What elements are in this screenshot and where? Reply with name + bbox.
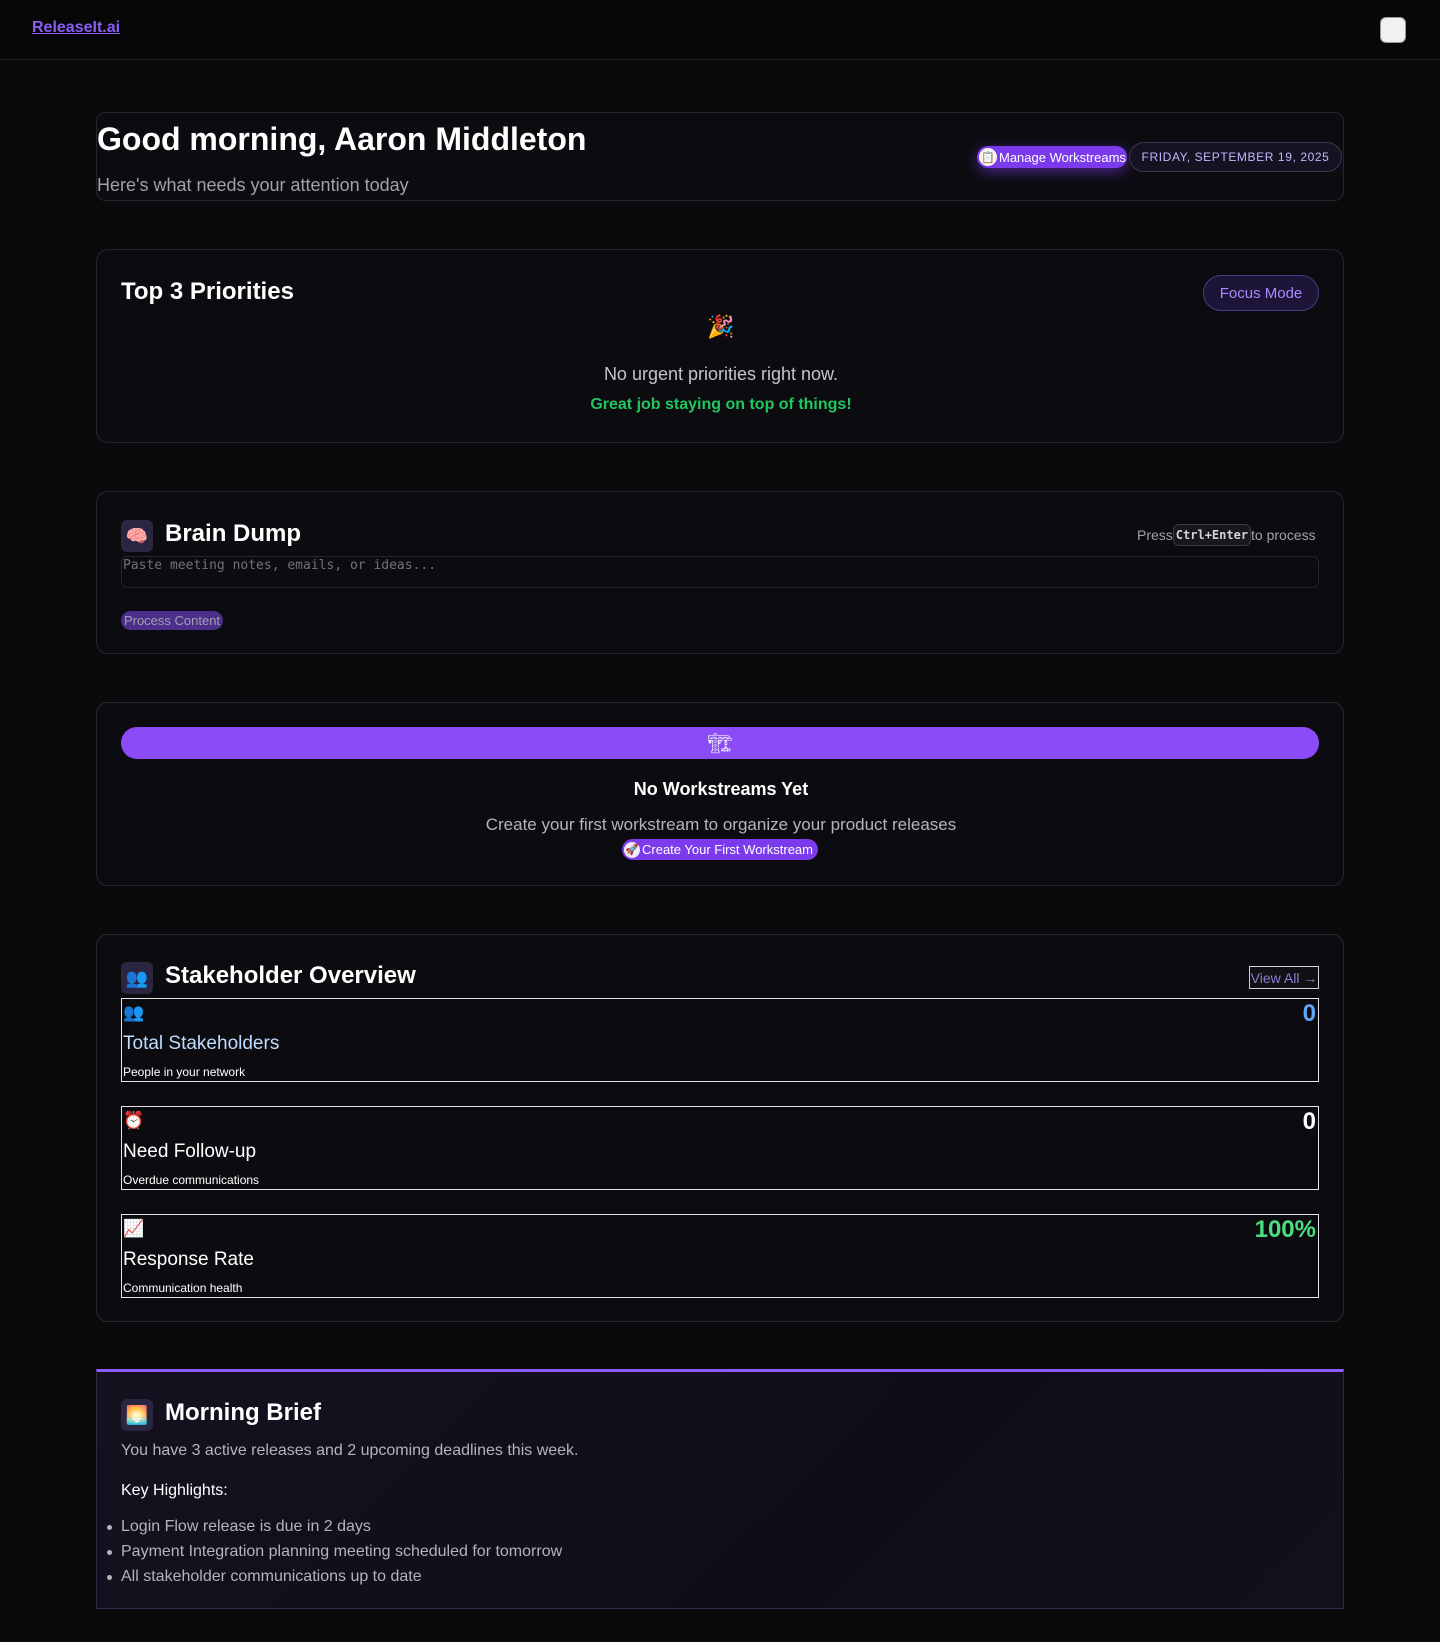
- date-badge: FRIDAY, SEPTEMBER 19, 2025: [1129, 142, 1342, 172]
- party-popper-icon: 🎉: [707, 314, 735, 339]
- stat-label: Need Follow-up: [123, 1141, 257, 1162]
- manage-workstreams-button[interactable]: 📋 Manage Workstreams: [977, 146, 1127, 168]
- workstreams-card: 🏗 No Workstreams Yet Create your first w…: [96, 702, 1344, 886]
- morning-brief-card: 🌅 Morning Brief You have 3 active releas…: [96, 1369, 1344, 1609]
- hint-prefix: Press: [1137, 527, 1173, 543]
- key-highlights-heading: Key Highlights:: [121, 1482, 228, 1499]
- chart-increasing-icon: 📈: [123, 1219, 145, 1238]
- people-icon: 👥: [121, 962, 153, 994]
- manage-workstreams-label: Manage Workstreams: [999, 149, 1126, 165]
- workstreams-empty-title: No Workstreams Yet: [633, 779, 809, 799]
- theme-toggle-button[interactable]: [1380, 17, 1406, 43]
- stat-sublabel: Overdue communications: [123, 1173, 260, 1187]
- create-workstream-button[interactable]: 🚀 Create Your First Workstream: [622, 839, 818, 860]
- page-title: Good morning, Aaron Middleton: [97, 121, 587, 157]
- shortcut-key: Ctrl+Enter: [1172, 524, 1252, 546]
- list-item: Payment Integration planning meeting sch…: [106, 1539, 562, 1564]
- rocket-icon: 🚀: [624, 841, 640, 858]
- stat-sublabel: Communication health: [123, 1281, 243, 1295]
- view-all-link[interactable]: View All →: [1249, 966, 1319, 989]
- alarm-clock-icon: ⏰: [123, 1111, 145, 1130]
- process-content-button[interactable]: Process Content: [121, 611, 223, 630]
- stat-value: 0: [1302, 1108, 1316, 1135]
- priorities-card: Top 3 Priorities Focus Mode 🎉 No urgent …: [96, 249, 1344, 443]
- stat-response-rate[interactable]: 📈 100% Response Rate Communication healt…: [121, 1214, 1319, 1298]
- brain-dump-card: 🧠 Brain Dump Press Ctrl+Enter to process…: [96, 491, 1344, 654]
- stakeholder-overview-title: Stakeholder Overview: [165, 962, 416, 989]
- list-item: All stakeholder communications up to dat…: [106, 1564, 562, 1589]
- stat-value: 100%: [1254, 1216, 1316, 1243]
- stat-total-stakeholders[interactable]: 👥 0 Total Stakeholders People in your ne…: [121, 998, 1319, 1082]
- page-subtitle: Here's what needs your attention today: [97, 175, 409, 195]
- hint-suffix: to process: [1251, 527, 1316, 543]
- stat-value: 0: [1302, 1000, 1316, 1027]
- priorities-empty-text: No urgent priorities right now.: [603, 364, 839, 384]
- stakeholder-overview-card: 👥 Stakeholder Overview View All → 👥 0 To…: [96, 934, 1344, 1322]
- stat-label: Total Stakeholders: [123, 1033, 280, 1054]
- workstreams-empty-description: Create your first workstream to organize…: [485, 815, 957, 834]
- morning-brief-title: Morning Brief: [165, 1399, 321, 1426]
- keyboard-hint: Press Ctrl+Enter to process: [1137, 524, 1316, 546]
- list-item: Login Flow release is due in 2 days: [106, 1514, 562, 1539]
- greeting-header: Good morning, Aaron Middleton Here's wha…: [96, 112, 1344, 201]
- brain-dump-title: Brain Dump: [165, 520, 302, 547]
- construction-icon: 🏗: [707, 732, 733, 755]
- people-icon: 👥: [123, 1003, 145, 1022]
- top-nav: ReleaseIt.ai: [0, 0, 1440, 60]
- clipboard-icon: 📋: [979, 148, 997, 166]
- priorities-praise-text: Great job staying on top of things!: [590, 396, 852, 413]
- brain-dump-input[interactable]: [121, 556, 1319, 588]
- sunrise-icon: 🌅: [121, 1399, 153, 1431]
- stat-need-follow-up[interactable]: ⏰ 0 Need Follow-up Overdue communication…: [121, 1106, 1319, 1190]
- create-workstream-label: Create Your First Workstream: [642, 842, 813, 857]
- brief-intro: You have 3 active releases and 2 upcomin…: [121, 1442, 579, 1459]
- stat-label: Response Rate: [123, 1249, 254, 1270]
- workstreams-banner: 🏗: [121, 727, 1319, 759]
- highlights-list: Login Flow release is due in 2 days Paym…: [106, 1514, 562, 1589]
- brand-link[interactable]: ReleaseIt.ai: [32, 19, 120, 37]
- stat-sublabel: People in your network: [123, 1065, 246, 1079]
- focus-mode-button[interactable]: Focus Mode: [1203, 275, 1319, 311]
- brain-icon: 🧠: [121, 520, 153, 552]
- priorities-title: Top 3 Priorities: [121, 278, 294, 305]
